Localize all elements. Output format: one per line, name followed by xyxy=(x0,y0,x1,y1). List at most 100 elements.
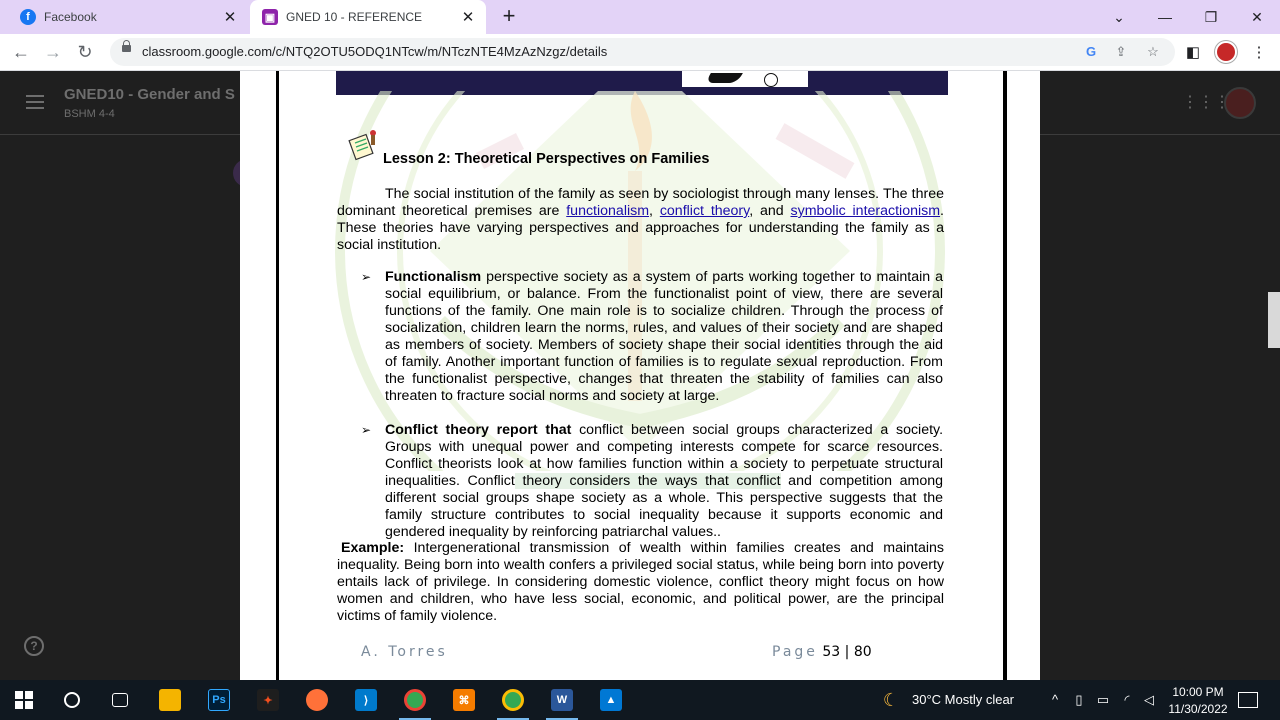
reload-button[interactable]: ↻ xyxy=(72,39,98,65)
arrow-bullet-icon: ➢ xyxy=(361,423,372,437)
minimize-button[interactable]: — xyxy=(1142,0,1188,34)
wifi-icon[interactable]: ◜ xyxy=(1118,690,1136,710)
photos-icon: ▲ xyxy=(600,689,622,711)
course-title[interactable]: GNED10 - Gender and S xyxy=(64,86,235,103)
show-hidden-icons-icon[interactable]: ^ xyxy=(1046,690,1064,710)
chrome-icon xyxy=(502,689,524,711)
course-section: BSHM 4-4 xyxy=(64,108,115,120)
intro-separator: , and xyxy=(749,203,791,219)
intro-paragraph: The social institution of the family as … xyxy=(337,186,944,254)
tab-facebook[interactable]: f Facebook ✕ xyxy=(8,0,248,34)
touchpad-icon[interactable]: ▯ xyxy=(1070,690,1088,710)
side-panel-icon[interactable]: ◧ xyxy=(1182,41,1204,63)
taskbar-photoshop[interactable]: Ps xyxy=(195,680,243,720)
lock-icon[interactable] xyxy=(122,40,131,52)
vscode-icon: ⟩ xyxy=(355,689,377,711)
page-header-banner xyxy=(336,71,948,95)
google-translate-icon[interactable]: G xyxy=(1082,43,1100,61)
page-border xyxy=(276,71,279,680)
page-total: 80 xyxy=(853,644,872,660)
page-label: Page xyxy=(772,644,818,660)
clock-date: 11/30/2022 xyxy=(1168,702,1228,716)
tab-strip: f Facebook ✕ ▣ GNED 10 - REFERENCE ✕ + ⌄… xyxy=(0,0,1280,34)
user-avatar[interactable] xyxy=(1224,87,1256,119)
link-functionalism[interactable]: functionalism xyxy=(566,203,649,219)
page-separator: | xyxy=(844,644,850,660)
bullet-text: perspective society as a system of parts… xyxy=(385,269,943,404)
clock-time: 10:00 PM xyxy=(1172,685,1224,699)
search-button[interactable] xyxy=(48,680,96,720)
share-icon[interactable]: ⇪ xyxy=(1112,43,1130,61)
close-icon[interactable]: ✕ xyxy=(220,7,240,27)
page-border xyxy=(1003,71,1007,680)
facebook-icon: f xyxy=(20,9,36,25)
tab-title: Facebook xyxy=(44,10,97,24)
example-label: Example: xyxy=(341,540,405,556)
clock[interactable]: 10:00 PM 11/30/2022 xyxy=(1160,684,1236,718)
windows-logo-icon xyxy=(15,691,33,709)
address-bar[interactable]: classroom.google.com/c/NTQ2OTU5ODQ1NTcw/… xyxy=(110,38,1175,66)
apps-grid-icon[interactable]: ⋮⋮⋮ xyxy=(1182,95,1230,113)
footer-page-number: Page 53 | 80 xyxy=(772,644,872,660)
bullet-conflict-theory: ➢ Conflict theory report that conflict be… xyxy=(361,422,943,541)
document-viewer: Lesson 2: Theoretical Perspectives on Fa… xyxy=(240,71,1040,680)
help-icon[interactable]: ? xyxy=(24,636,44,656)
taskbar-chrome[interactable] xyxy=(391,680,439,720)
tab-gned10-reference[interactable]: ▣ GNED 10 - REFERENCE ✕ xyxy=(250,0,486,34)
menu-kebab-icon[interactable]: ⋮ xyxy=(1248,41,1270,63)
close-window-button[interactable]: ✕ xyxy=(1234,0,1280,34)
app-icon: ⌘ xyxy=(453,689,475,711)
notifications-icon[interactable] xyxy=(1238,692,1258,708)
classroom-icon: ▣ xyxy=(262,9,278,25)
back-button[interactable]: ← xyxy=(8,39,34,65)
footer-author: A. Torres xyxy=(361,644,448,660)
firefox-icon xyxy=(306,689,328,711)
bullet-heading: Conflict theory report that xyxy=(385,422,572,438)
arrow-bullet-icon: ➢ xyxy=(361,270,372,284)
link-conflict-theory[interactable]: conflict theory xyxy=(660,203,749,219)
forward-button[interactable]: → xyxy=(40,39,66,65)
lesson-clipart-icon xyxy=(348,130,376,161)
lesson-title: Lesson 2: Theoretical Perspectives on Fa… xyxy=(383,151,710,167)
weather-text[interactable]: 30°C Mostly clear xyxy=(912,692,1014,707)
taskbar-app-orange[interactable]: ⌘ xyxy=(440,680,488,720)
taskbar-figma[interactable]: ✦ xyxy=(244,680,292,720)
taskbar-word[interactable]: W xyxy=(538,680,586,720)
example-paragraph: Example: Intergenerational transmission … xyxy=(337,540,944,625)
tab-title: GNED 10 - REFERENCE xyxy=(286,10,423,24)
restore-button[interactable]: ❐ xyxy=(1188,0,1234,34)
university-logo xyxy=(682,71,808,87)
tab-search-icon[interactable]: ⌄ xyxy=(1096,0,1142,34)
hamburger-menu-icon[interactable] xyxy=(26,95,44,109)
close-icon[interactable]: ✕ xyxy=(458,7,478,27)
taskbar-vscode[interactable]: ⟩ xyxy=(342,680,390,720)
profile-avatar[interactable] xyxy=(1215,41,1237,63)
figma-icon: ✦ xyxy=(257,689,279,711)
url-text: classroom.google.com/c/NTQ2OTU5ODQ1NTcw/… xyxy=(142,44,608,59)
search-circle-icon xyxy=(64,692,80,708)
volume-icon[interactable]: ◁ xyxy=(1140,690,1158,710)
bookmark-star-icon[interactable]: ☆ xyxy=(1144,43,1162,61)
taskbar-photos[interactable]: ▲ xyxy=(587,680,635,720)
word-icon: W xyxy=(551,689,573,711)
weather-moon-icon[interactable]: ☾ xyxy=(880,690,902,710)
battery-icon[interactable]: ▭ xyxy=(1094,690,1112,710)
intro-separator: , xyxy=(649,203,660,219)
taskbar-file-explorer[interactable] xyxy=(146,680,194,720)
page-current: 53 xyxy=(822,644,841,660)
example-text: Intergenerational transmission of wealth… xyxy=(337,540,944,624)
highlighted-text: theory considers the ways that conflict xyxy=(514,473,781,489)
task-view-button[interactable] xyxy=(96,680,144,720)
photoshop-icon: Ps xyxy=(208,689,230,711)
link-symbolic-interactionism[interactable]: symbolic interactionism xyxy=(791,203,941,219)
scrollbar-thumb[interactable] xyxy=(1268,292,1280,348)
bullet-heading: Functionalism xyxy=(385,269,482,285)
chrome-icon xyxy=(404,689,426,711)
new-tab-button[interactable]: + xyxy=(498,5,520,28)
taskbar-firefox[interactable] xyxy=(293,680,341,720)
taskbar-chrome-profile[interactable] xyxy=(489,680,537,720)
folder-icon xyxy=(159,689,181,711)
start-button[interactable] xyxy=(0,680,48,720)
task-view-icon xyxy=(112,693,128,707)
browser-toolbar: ← → ↻ classroom.google.com/c/NTQ2OTU5ODQ… xyxy=(0,34,1280,71)
